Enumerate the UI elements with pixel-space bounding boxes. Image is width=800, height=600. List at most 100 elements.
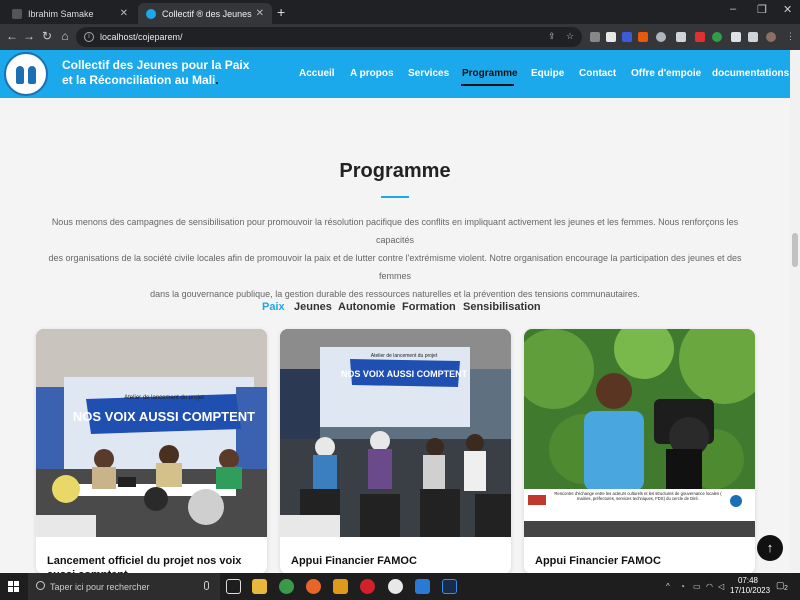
filter-autonomie[interactable]: Autonomie bbox=[338, 301, 395, 313]
brand-name[interactable]: Collectif des Jeunes pour la Paix et la … bbox=[62, 58, 249, 88]
kebab-menu-icon[interactable]: ⋮ bbox=[786, 31, 796, 41]
opera-icon[interactable] bbox=[360, 579, 375, 594]
sidebar-icon[interactable] bbox=[748, 32, 758, 42]
brand-line-1: Collectif des Jeunes pour la Paix bbox=[62, 58, 250, 72]
extension-icon[interactable] bbox=[606, 32, 616, 42]
extension-icon[interactable] bbox=[695, 32, 705, 42]
url-text: localhost/cojeparem/ bbox=[100, 32, 183, 42]
browser-tabstrip: Ibrahim Samake ✕ Collectif ® des Jeunes … bbox=[0, 0, 800, 24]
taskbar-search-input[interactable]: Taper ici pour rechercher bbox=[28, 573, 220, 600]
wifi-icon[interactable]: ◠ bbox=[706, 582, 713, 591]
network-icon[interactable]: ◔ bbox=[680, 582, 685, 591]
puzzle-icon[interactable] bbox=[731, 32, 741, 42]
microphone-icon[interactable] bbox=[204, 581, 209, 590]
card-photo: Rencontre d'échange entre les acteurs cu… bbox=[524, 329, 755, 537]
intro-line: des organisations de la société civile l… bbox=[48, 253, 742, 281]
filter-formation[interactable]: Formation bbox=[402, 301, 456, 313]
search-icon bbox=[36, 581, 45, 590]
vscode-icon[interactable] bbox=[415, 579, 430, 594]
taskbar-clock[interactable]: 07:48 17/10/2023 bbox=[730, 576, 771, 596]
scrollbar-thumb[interactable] bbox=[792, 233, 798, 267]
clock-date: 17/10/2023 bbox=[730, 586, 771, 595]
nav-programme[interactable]: Programme bbox=[462, 68, 518, 79]
nav-services[interactable]: Services bbox=[408, 68, 449, 79]
banner-top-text: Atelier de lancement du projet bbox=[371, 353, 438, 359]
program-card[interactable]: Rencontre d'échange entre les acteurs cu… bbox=[524, 329, 755, 574]
extension-icon[interactable] bbox=[656, 32, 666, 42]
brand-dot: . bbox=[215, 73, 219, 87]
address-bar[interactable]: i localhost/cojeparem/ bbox=[76, 27, 582, 47]
tab-close-icon[interactable]: ✕ bbox=[256, 8, 264, 19]
new-tab-button[interactable]: + bbox=[277, 4, 285, 20]
browser-toolbar: ← → ↻ ⌂ i localhost/cojeparem/ ⇪ ☆ ⋮ bbox=[0, 24, 800, 50]
notifications-count: 2 bbox=[784, 585, 788, 592]
info-icon[interactable]: i bbox=[84, 32, 94, 42]
scroll-to-top-button[interactable]: ↑ bbox=[757, 535, 783, 561]
clock-time: 07:48 bbox=[737, 576, 759, 585]
task-view-icon[interactable] bbox=[226, 579, 241, 594]
photo-caption: Rencontre d'échange entre les acteurs cu… bbox=[554, 491, 722, 501]
volume-icon[interactable]: ◁ bbox=[718, 582, 724, 591]
chrome-icon[interactable] bbox=[279, 579, 294, 594]
filter-paix[interactable]: Paix bbox=[262, 301, 285, 313]
browser-tab-ibrahim[interactable]: Ibrahim Samake ✕ bbox=[4, 3, 136, 24]
tab-favicon-icon bbox=[12, 8, 22, 19]
home-icon[interactable]: ⌂ bbox=[57, 29, 73, 43]
photoshop-icon[interactable] bbox=[442, 579, 457, 594]
back-arrow-icon[interactable]: ← bbox=[4, 29, 20, 43]
banner-top-text: Atelier de lancement du projet bbox=[124, 395, 204, 401]
card-photo: Atelier de lancement du projet NOS VOIX … bbox=[36, 329, 267, 537]
program-card[interactable]: Atelier de lancement du projet NOS VOIX … bbox=[36, 329, 267, 574]
extension-icon[interactable] bbox=[676, 32, 686, 42]
app-icon[interactable] bbox=[388, 579, 403, 594]
bookmark-star-icon[interactable]: ☆ bbox=[566, 31, 576, 41]
firefox-icon[interactable] bbox=[306, 579, 321, 594]
logo-person-icon bbox=[16, 66, 24, 84]
extension-icon[interactable] bbox=[590, 32, 600, 42]
brand-line-2: et la Réconciliation au Mali bbox=[62, 73, 216, 87]
nav-contact[interactable]: Contact bbox=[579, 68, 616, 79]
section-title: Programme bbox=[339, 160, 451, 182]
tab-title: Collectif ® des Jeunes pour la Paix bbox=[162, 8, 252, 19]
section-intro: Nous menons des campagnes de sensibilisa… bbox=[34, 213, 756, 303]
tray-chevron-icon[interactable]: ^ bbox=[666, 582, 670, 591]
tab-title: Ibrahim Samake bbox=[28, 8, 94, 19]
tab-close-icon[interactable]: ✕ bbox=[120, 8, 128, 19]
nav-offre-emploi[interactable]: Offre d'empoie bbox=[631, 68, 701, 79]
intro-line: Nous menons des campagnes de sensibilisa… bbox=[51, 217, 739, 245]
card-title[interactable]: Appui Financier FAMOC bbox=[291, 554, 501, 568]
share-icon[interactable]: ⇪ bbox=[548, 31, 558, 41]
extension-icon[interactable] bbox=[712, 32, 722, 42]
profile-avatar[interactable] bbox=[766, 32, 776, 42]
battery-icon[interactable]: ▭ bbox=[693, 582, 701, 591]
windows-start-icon[interactable] bbox=[8, 581, 19, 592]
filter-jeunes[interactable]: Jeunes bbox=[294, 301, 332, 313]
page-scrollbar[interactable] bbox=[790, 50, 800, 570]
program-card[interactable]: Atelier de lancement du projet NOS VOIX … bbox=[280, 329, 511, 574]
sublime-text-icon[interactable] bbox=[333, 579, 348, 594]
nav-equipe[interactable]: Equipe bbox=[531, 68, 564, 79]
maximize-button[interactable]: ❐ bbox=[757, 3, 767, 16]
active-nav-underline bbox=[461, 84, 514, 86]
extension-icon[interactable] bbox=[638, 32, 648, 42]
card-photo: Atelier de lancement du projet NOS VOIX … bbox=[280, 329, 511, 537]
extension-icon[interactable] bbox=[622, 32, 632, 42]
browser-tab-collectif[interactable]: Collectif ® des Jeunes pour la Paix ✕ bbox=[138, 3, 272, 24]
search-placeholder: Taper ici pour rechercher bbox=[50, 581, 150, 592]
card-title[interactable]: Appui Financier FAMOC bbox=[535, 554, 745, 568]
card-title[interactable]: Lancement officiel du projet nos voix au… bbox=[47, 554, 257, 574]
nav-documentations[interactable]: documentations bbox=[712, 68, 789, 79]
close-window-button[interactable]: ✕ bbox=[783, 3, 792, 16]
file-explorer-icon[interactable] bbox=[252, 579, 267, 594]
logo-person-icon bbox=[28, 66, 36, 84]
minimize-button[interactable]: – bbox=[730, 3, 736, 15]
banner-text: NOS VOIX AUSSI COMPTENT bbox=[73, 409, 255, 424]
forward-arrow-icon[interactable]: → bbox=[21, 29, 37, 43]
filter-sensibilisation[interactable]: Sensibilisation bbox=[463, 301, 541, 313]
nav-a-propos[interactable]: A propos bbox=[350, 68, 394, 79]
logo[interactable] bbox=[4, 52, 48, 96]
title-underline bbox=[381, 196, 409, 198]
nav-accueil[interactable]: Accueil bbox=[299, 68, 335, 79]
banner-text: NOS VOIX AUSSI COMPTENT bbox=[341, 369, 468, 379]
reload-icon[interactable]: ↻ bbox=[39, 29, 55, 43]
